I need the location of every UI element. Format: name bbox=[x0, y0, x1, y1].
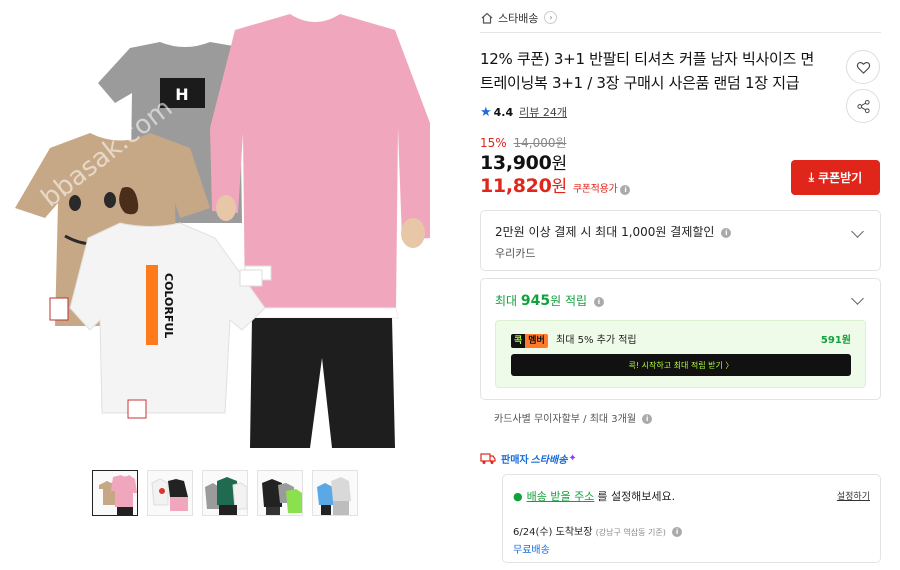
breadcrumb: 스타배송 › bbox=[480, 9, 881, 33]
member-benefit-box: 콕 멤버 최대 5% 추가 적립 591원 콕! 시작하고 최대 적립 받기 〉 bbox=[495, 320, 866, 388]
product-main-image: H COLORFUL bbasak.com bbox=[10, 8, 450, 453]
star-delivery-label: 스타배송 bbox=[530, 455, 568, 466]
thumbnail-strip bbox=[92, 470, 358, 516]
sale-price-unit: 원 bbox=[551, 154, 568, 174]
member-benefit-text: 최대 5% 추가 적립 bbox=[556, 335, 637, 346]
share-icon bbox=[856, 99, 870, 113]
chevron-down-icon[interactable] bbox=[851, 225, 864, 238]
discount-percent: 15% bbox=[480, 136, 507, 150]
share-button[interactable] bbox=[846, 89, 880, 123]
address-suffix: 를 설정해보세요. bbox=[597, 490, 676, 503]
coupon-button-label: 쿠폰받기 bbox=[818, 171, 863, 185]
chevron-right-icon[interactable]: › bbox=[544, 11, 558, 24]
sale-price: 13,900원 bbox=[480, 149, 567, 174]
seller-label: 판매자 bbox=[501, 455, 529, 466]
rating-row: ★ 4.4 리뷰 24개 bbox=[480, 104, 567, 120]
member-start-button[interactable]: 콕! 시작하고 최대 적립 받기 〉 bbox=[511, 354, 851, 376]
thumbnail-2[interactable] bbox=[147, 470, 193, 516]
coupon-price-unit: 원 bbox=[551, 177, 568, 197]
card-benefit-title: 2만원 이상 결제 시 최대 1,000원 결제할인 i bbox=[495, 223, 732, 240]
store-name-link[interactable]: 스타배송 bbox=[498, 10, 538, 26]
coupon-price-value: 11,820 bbox=[480, 175, 552, 197]
installment-info: 카드사별 무이자할부 / 최대 3개월 i bbox=[494, 410, 653, 425]
chevron-down-icon[interactable] bbox=[851, 292, 864, 305]
points-box: 최대 945원 적립 i 콕 멤버 최대 5% 추가 적립 591원 콕! 시작하… bbox=[480, 278, 881, 400]
badge-member: 멤버 bbox=[525, 334, 548, 348]
product-title: 12% 쿠폰) 3+1 반팔티 티셔츠 커플 남자 빅사이즈 면 트레이닝복 3… bbox=[480, 50, 814, 92]
address-link[interactable]: 배송 받을 주소 bbox=[527, 488, 595, 504]
info-icon[interactable]: i bbox=[721, 227, 732, 238]
original-price: 14,000원 bbox=[513, 136, 567, 150]
info-icon[interactable]: i bbox=[593, 296, 604, 307]
location-pin-icon: ● bbox=[513, 489, 523, 503]
kok-member-badge: 콕 멤버 bbox=[511, 334, 548, 348]
badge-kok: 콕 bbox=[511, 334, 526, 348]
points-title[interactable]: 최대 945원 적립 i bbox=[495, 292, 604, 309]
like-button[interactable] bbox=[846, 50, 880, 84]
shirt-print-text: COLORFUL bbox=[162, 273, 175, 338]
rating-score: 4.4 bbox=[493, 105, 514, 119]
free-shipping-label: 무료배송 bbox=[513, 545, 550, 556]
reviews-link[interactable]: 리뷰 24개 bbox=[519, 104, 567, 120]
star-icon: ★ bbox=[480, 104, 492, 120]
sparkle-icon: ✦ bbox=[568, 453, 577, 464]
points-prefix: 최대 bbox=[495, 294, 521, 308]
product-info-panel: 스타배송 › 12% 쿠폰) 3+1 반팔티 티셔츠 커플 남자 빅사이즈 면 … bbox=[480, 0, 881, 570]
points-amount: 945 bbox=[520, 293, 551, 309]
info-icon[interactable]: i bbox=[620, 185, 631, 195]
thumbnail-5[interactable] bbox=[312, 470, 358, 516]
home-icon[interactable] bbox=[480, 11, 494, 25]
address-prompt: ● 배송 받을 주소 를 설정해보세요. bbox=[513, 488, 675, 504]
coupon-tag-label: 쿠폰적용가 bbox=[572, 184, 618, 195]
arrival-guarantee: 6/24(수) 도착보장 (강남구 역삼동 기준) i bbox=[513, 523, 683, 538]
sale-price-value: 13,900 bbox=[480, 152, 552, 174]
seller-shipping-label: 판매자 스타배송 ✦ bbox=[480, 451, 577, 466]
card-name: 우리카드 bbox=[495, 247, 536, 260]
member-benefit-amount: 591원 bbox=[820, 335, 851, 346]
installment-text: 카드사별 무이자할부 / 최대 3개월 bbox=[494, 414, 637, 425]
thumbnail-1[interactable] bbox=[92, 470, 138, 516]
shipping-box: ● 배송 받을 주소 를 설정해보세요. 설정하기 6/24(수) 도착보장 (… bbox=[502, 474, 881, 563]
arrival-area: (강남구 역삼동 기준) bbox=[595, 528, 666, 537]
download-icon: ⤓ bbox=[808, 170, 815, 184]
info-icon[interactable]: i bbox=[672, 527, 683, 537]
points-suffix: 원 적립 bbox=[550, 294, 588, 308]
truck-icon bbox=[480, 453, 496, 464]
card-benefit-box[interactable]: 2만원 이상 결제 시 최대 1,000원 결제할인 i 우리카드 bbox=[480, 210, 881, 271]
set-address-link[interactable]: 설정하기 bbox=[837, 489, 870, 502]
thumbnail-3[interactable] bbox=[202, 470, 248, 516]
heart-icon bbox=[856, 61, 870, 74]
coupon-download-button[interactable]: ⤓ 쿠폰받기 bbox=[791, 160, 880, 195]
card-benefit-text: 2만원 이상 결제 시 최대 1,000원 결제할인 bbox=[495, 225, 715, 239]
arrival-text: 6/24(수) 도착보장 bbox=[513, 527, 593, 538]
thumbnail-4[interactable] bbox=[257, 470, 303, 516]
info-icon[interactable]: i bbox=[642, 414, 653, 424]
coupon-price: 11,820 원 쿠폰적용가 i bbox=[480, 172, 631, 197]
svg-text:H: H bbox=[175, 85, 188, 104]
